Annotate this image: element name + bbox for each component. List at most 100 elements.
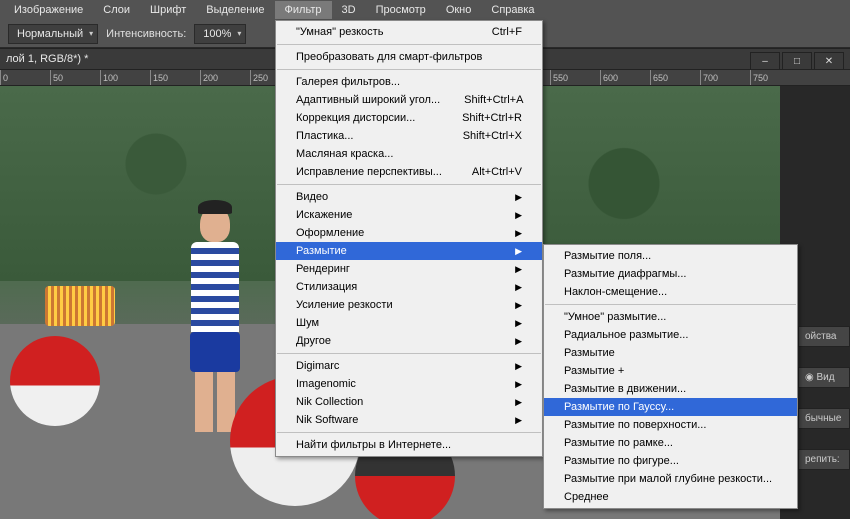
menu-item-label: Галерея фильтров... (296, 76, 400, 88)
panel-view[interactable]: ◉ Вид (798, 367, 850, 388)
menubar-item-изображение[interactable]: Изображение (4, 1, 93, 19)
close-button[interactable]: ✕ (814, 52, 844, 70)
filter-menu-item[interactable]: Пластика...Shift+Ctrl+X (276, 127, 542, 145)
menu-item-label: Шум (296, 317, 319, 329)
submenu-arrow-icon: ▶ (515, 264, 522, 275)
filter-menu-item[interactable]: Коррекция дисторсии... Shift+Ctrl+R (276, 109, 542, 127)
document-tab[interactable]: лой 1, RGB/8*) * (6, 53, 88, 65)
menu-item-label: Среднее (564, 491, 609, 503)
menu-item-label: Размытие (296, 245, 347, 257)
blur-submenu-item[interactable]: Размытие по рамке... (544, 434, 797, 452)
menubar-item-слои[interactable]: Слои (93, 1, 140, 19)
menubar-item-окно[interactable]: Окно (436, 1, 482, 19)
menu-item-label: Видео (296, 191, 328, 203)
menubar-item-просмотр[interactable]: Просмотр (366, 1, 436, 19)
submenu-arrow-icon: ▶ (515, 192, 522, 203)
menu-separator (277, 69, 541, 70)
menubar-item-фильтр[interactable]: Фильтр (275, 1, 332, 19)
filter-menu-item[interactable]: Масляная краска... (276, 145, 542, 163)
panel-properties[interactable]: ойства (798, 326, 850, 347)
filter-menu-item[interactable]: Видео ▶ (276, 188, 542, 206)
ruler-tick: 200 (200, 70, 250, 85)
blend-mode-value: Нормальный (17, 28, 83, 40)
menu-item-label: Рендеринг (296, 263, 350, 275)
ruler-tick: 600 (600, 70, 650, 85)
filter-menu-item[interactable]: Оформление▶ (276, 224, 542, 242)
blur-submenu-item[interactable]: Радиальное размытие... (544, 326, 797, 344)
minimize-button[interactable]: – (750, 52, 780, 70)
submenu-arrow-icon: ▶ (515, 397, 522, 408)
maximize-button[interactable]: □ (782, 52, 812, 70)
menu-item-label: Размытие диафрагмы... (564, 268, 686, 280)
blur-submenu-item[interactable]: Среднее (544, 488, 797, 506)
filter-menu-item[interactable]: Imagenomic▶ (276, 375, 542, 393)
filter-menu-item[interactable]: Стилизация▶ (276, 278, 542, 296)
filter-menu-item[interactable]: Размытие ▶ (276, 242, 542, 260)
menu-item-label: Искажение (296, 209, 352, 221)
filter-menu-item[interactable]: Найти фильтры в Интернете... (276, 436, 542, 454)
filter-menu-item[interactable]: Шум▶ (276, 314, 542, 332)
intensity-label: Интенсивность: (106, 28, 186, 40)
menu-item-label: Размытие по рамке... (564, 437, 673, 449)
blur-submenu-item[interactable]: "Умное" размытие... (544, 308, 797, 326)
panel-ordinary[interactable]: бычные (798, 408, 850, 429)
menu-separator (277, 353, 541, 354)
menu-item-label: Наклон-смещение... (564, 286, 667, 298)
menubar-item-справка[interactable]: Справка (481, 1, 544, 19)
blur-submenu-item[interactable]: Размытие по Гауссу... (544, 398, 797, 416)
filter-menu-item[interactable]: Галерея фильтров... (276, 73, 542, 91)
blur-submenu-item[interactable]: Размытие (544, 344, 797, 362)
panel-lock[interactable]: репить: (798, 449, 850, 470)
filter-menu-item[interactable]: Рендеринг ▶ (276, 260, 542, 278)
blur-submenu-item[interactable]: Размытие диафрагмы... (544, 265, 797, 283)
blur-submenu-item[interactable]: Размытие при малой глубине резкости... (544, 470, 797, 488)
menu-item-label: "Умная" резкость (296, 26, 383, 38)
filter-menu-item[interactable]: Искажение▶ (276, 206, 542, 224)
filter-menu-item[interactable]: Digimarc ▶ (276, 357, 542, 375)
filter-menu-item[interactable]: Исправление перспективы...Alt+Ctrl+V (276, 163, 542, 181)
filter-menu-item[interactable]: Nik Collection▶ (276, 393, 542, 411)
menu-item-label: Размытие + (564, 365, 624, 377)
filter-menu-item[interactable]: "Умная" резкостьCtrl+F (276, 23, 542, 41)
blur-submenu-item[interactable]: Размытие в движении... (544, 380, 797, 398)
menu-item-label: Digimarc (296, 360, 339, 372)
blur-submenu-item[interactable]: Размытие по поверхности... (544, 416, 797, 434)
right-panels: ойства ◉ Вид бычные репить: (798, 86, 850, 490)
menu-item-label: Nik Software (296, 414, 358, 426)
ruler-tick: 50 (50, 70, 100, 85)
menu-shortcut: Shift+Ctrl+R (462, 112, 522, 124)
blend-mode-dropdown[interactable]: Нормальный ▾ (8, 24, 98, 44)
blur-submenu-item[interactable]: Наклон-смещение... (544, 283, 797, 301)
menu-item-label: Преобразовать для смарт-фильтров (296, 51, 482, 63)
filter-menu-item[interactable]: Усиление резкости▶ (276, 296, 542, 314)
submenu-arrow-icon: ▶ (515, 361, 522, 372)
menu-item-label: Размытие по поверхности... (564, 419, 706, 431)
menu-item-label: Размытие при малой глубине резкости... (564, 473, 772, 485)
ruler-tick: 150 (150, 70, 200, 85)
filter-menu-item[interactable]: Другое▶ (276, 332, 542, 350)
menubar-item-выделение[interactable]: Выделение (196, 1, 274, 19)
filter-menu-item[interactable]: Преобразовать для смарт-фильтров (276, 48, 542, 66)
intensity-dropdown[interactable]: 100% ▾ (194, 24, 246, 44)
ruler-tick: 700 (700, 70, 750, 85)
menu-item-label: Адаптивный широкий угол... (296, 94, 440, 106)
blur-submenu-item[interactable]: Размытие по фигуре... (544, 452, 797, 470)
menu-item-label: Исправление перспективы... (296, 166, 442, 178)
ruler-tick: 0 (0, 70, 50, 85)
menu-item-label: Коррекция дисторсии... (296, 112, 415, 124)
menu-item-label: Пластика... (296, 130, 353, 142)
menubar-item-3d[interactable]: 3D (332, 1, 366, 19)
menu-item-label: "Умное" размытие... (564, 311, 666, 323)
menu-item-label: Размытие по Гауссу... (564, 401, 674, 413)
menubar-item-шрифт[interactable]: Шрифт (140, 1, 196, 19)
submenu-arrow-icon: ▶ (515, 300, 522, 311)
menubar: ИзображениеСлоиШрифтВыделениеФильтр3DПро… (0, 0, 850, 20)
filter-menu-item[interactable]: Nik Software▶ (276, 411, 542, 429)
submenu-arrow-icon: ▶ (515, 246, 522, 257)
submenu-arrow-icon: ▶ (515, 228, 522, 239)
blur-submenu-item[interactable]: Размытие + (544, 362, 797, 380)
blur-submenu-item[interactable]: Размытие поля... (544, 247, 797, 265)
chevron-down-icon: ▾ (237, 29, 241, 38)
filter-menu-item[interactable]: Адаптивный широкий угол...Shift+Ctrl+A (276, 91, 542, 109)
menu-item-label: Масляная краска... (296, 148, 393, 160)
